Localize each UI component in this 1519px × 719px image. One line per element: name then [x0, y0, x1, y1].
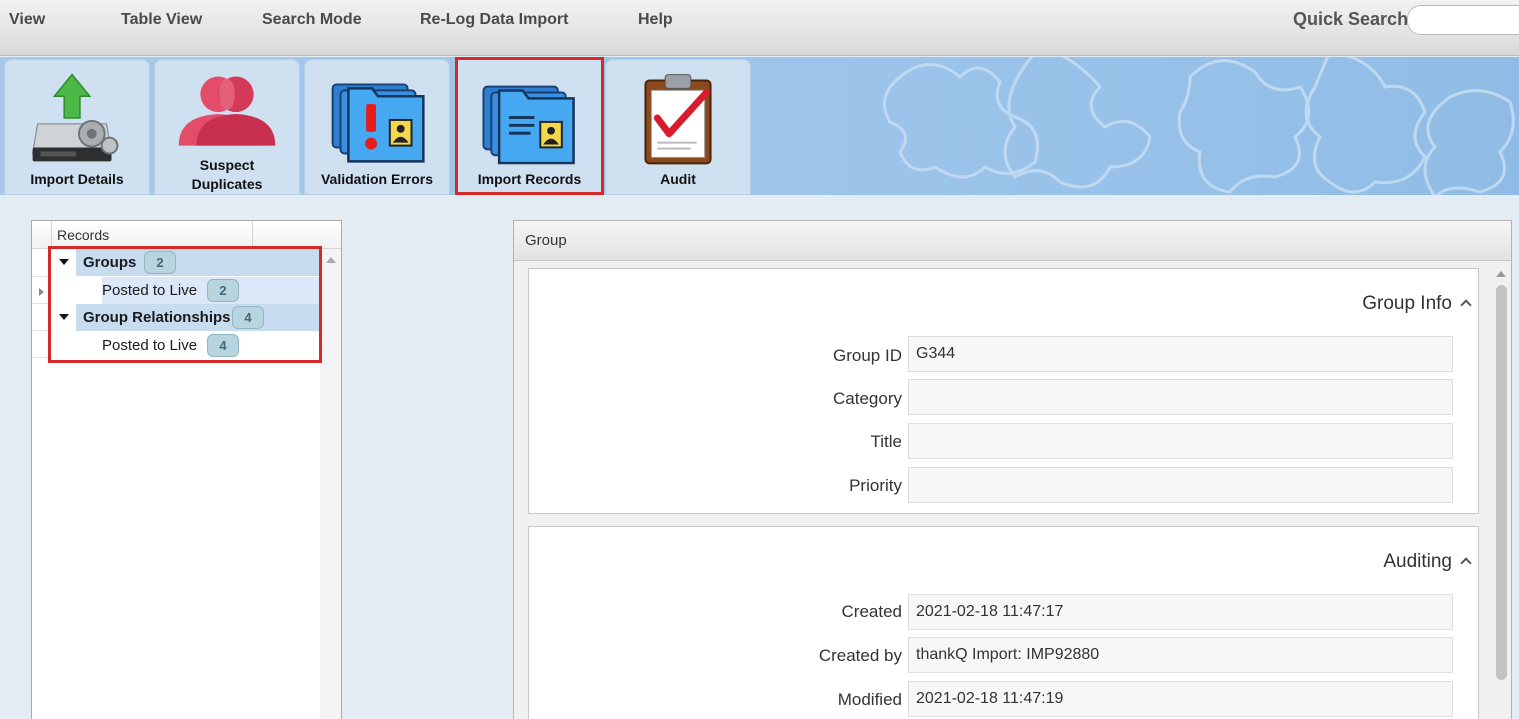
suspect-duplicates-icon — [178, 76, 276, 146]
tab-audit[interactable]: Audit — [605, 59, 751, 195]
import-details-icon — [32, 73, 119, 162]
tab-import-details-label: Import Details — [30, 171, 124, 187]
menu-table-view[interactable]: Table View — [121, 11, 202, 29]
current-row-indicator-icon — [39, 288, 44, 296]
collapse-chevron-icon[interactable] — [1460, 557, 1472, 569]
ribbon: Import Details Suspect Duplicates Valida… — [0, 57, 1519, 195]
tree-scrollbar[interactable] — [320, 249, 341, 719]
group-info-title[interactable]: Group Info — [1362, 293, 1452, 315]
created-by-field[interactable]: thankQ Import: IMP92880 — [908, 637, 1453, 673]
priority-field[interactable] — [908, 467, 1453, 503]
tab-validation-errors-label: Validation Errors — [320, 171, 434, 187]
scroll-up-icon[interactable] — [326, 257, 336, 263]
tab-suspect-duplicates-label-line1: Suspect — [199, 157, 255, 173]
detail-header: Group — [514, 221, 1511, 261]
menu-relog-data-import[interactable]: Re-Log Data Import — [420, 11, 568, 29]
tab-import-details[interactable]: Import Details — [4, 59, 150, 195]
tree-header-records[interactable]: Records — [57, 227, 109, 243]
title-field[interactable] — [908, 423, 1453, 459]
tab-validation-errors[interactable]: Validation Errors — [304, 59, 450, 195]
created-label: Created — [841, 602, 902, 621]
tab-audit-label: Audit — [660, 171, 696, 187]
group-id-label: Group ID — [833, 346, 902, 365]
import-records-icon — [482, 85, 575, 165]
validation-errors-icon — [331, 83, 425, 163]
category-field[interactable] — [908, 379, 1453, 415]
group-info-section: Group Info Group ID G344 Category Title … — [528, 268, 1479, 514]
priority-label: Priority — [849, 476, 902, 495]
menu-bar: View Table View Search Mode Re-Log Data … — [0, 0, 1519, 56]
scroll-thumb[interactable] — [1496, 285, 1507, 680]
modified-field[interactable]: 2021-02-18 11:47:19 — [908, 681, 1453, 717]
menu-view[interactable]: View — [9, 11, 45, 29]
detail-header-title: Group — [525, 232, 567, 249]
tab-import-records-label: Import Records — [477, 171, 582, 187]
title-label: Title — [870, 432, 903, 451]
menu-search-mode[interactable]: Search Mode — [262, 11, 362, 29]
puzzle-background-icon — [882, 57, 1515, 195]
tree-header: Records — [32, 221, 341, 249]
tree-highlight-outline — [48, 246, 322, 363]
quick-search-input[interactable] — [1407, 5, 1519, 35]
tab-suspect-duplicates[interactable]: Suspect Duplicates — [154, 59, 300, 195]
collapse-chevron-icon[interactable] — [1460, 299, 1472, 311]
modified-label: Modified — [837, 690, 902, 709]
category-label: Category — [833, 389, 902, 408]
audit-clipboard-icon — [644, 74, 712, 165]
created-field[interactable]: 2021-02-18 11:47:17 — [908, 594, 1453, 630]
group-detail-panel: Group Group Info Group ID G344 Category … — [513, 220, 1512, 719]
tab-import-records[interactable]: Import Records — [455, 57, 604, 195]
menu-help[interactable]: Help — [638, 11, 673, 29]
detail-scrollbar[interactable] — [1491, 265, 1510, 719]
created-by-label: Created by — [818, 646, 902, 665]
group-id-field[interactable]: G344 — [908, 336, 1453, 372]
auditing-section: Auditing Created 2021-02-18 11:47:17 Cre… — [528, 526, 1479, 719]
auditing-title[interactable]: Auditing — [1383, 551, 1452, 573]
quick-search-label: Quick Search — [1293, 9, 1409, 29]
tab-suspect-duplicates-label-line2: Duplicates — [191, 176, 263, 192]
scroll-up-icon[interactable] — [1496, 271, 1506, 277]
